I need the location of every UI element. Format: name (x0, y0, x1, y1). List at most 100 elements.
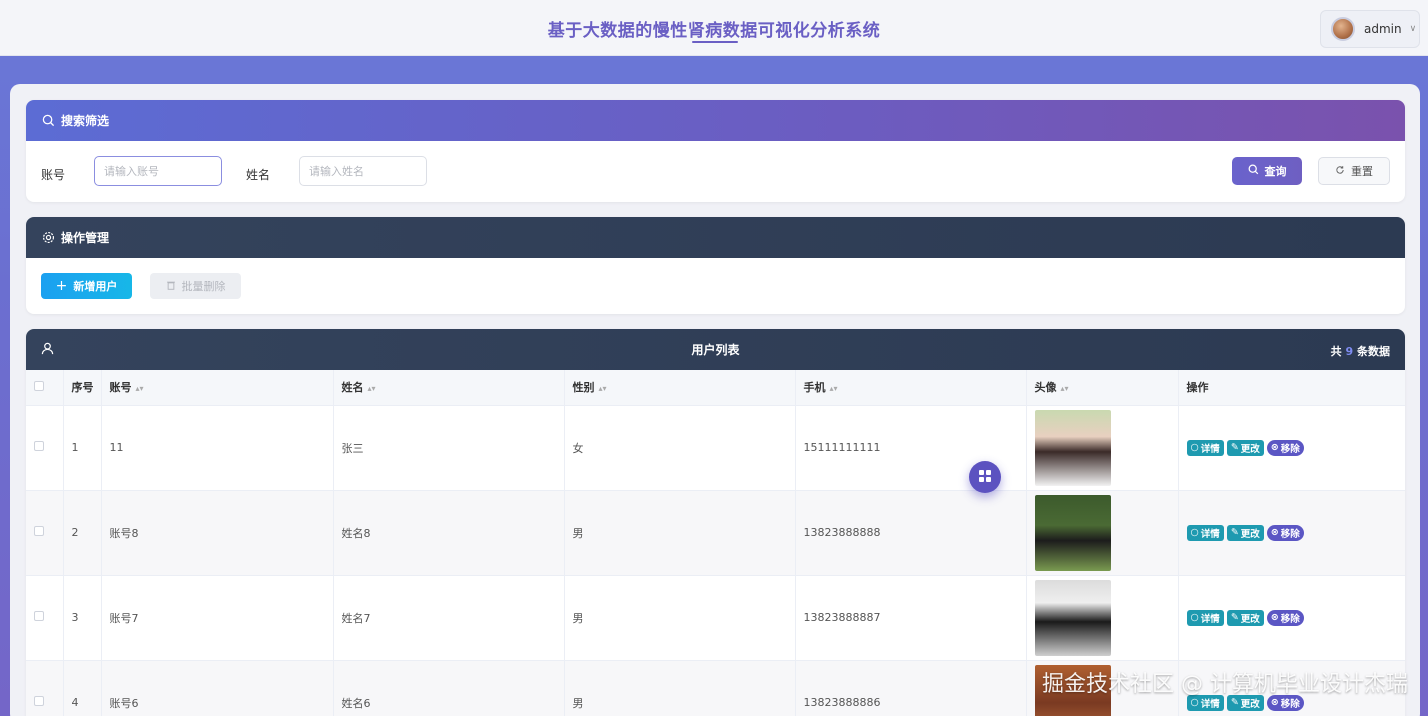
row-select-cell (26, 405, 64, 491)
row-account: 账号7 (101, 575, 334, 661)
account-label: 账号 (41, 168, 66, 182)
row-phone: 13823888888 (795, 490, 1027, 576)
pencil-icon: ✎ (1230, 612, 1239, 623)
row-checkbox[interactable] (34, 526, 44, 536)
top-bar: 基于大数据的慢性肾病数据可视化分析系统 admin ∨ (0, 0, 1428, 56)
batch-delete-button-label: 批量删除 (181, 280, 226, 293)
detail-button[interactable]: ○ 详情 (1186, 439, 1224, 456)
column-account[interactable]: 账号 ▴▾ (101, 370, 334, 406)
search-card: 搜索筛选 账号 姓名 查询 重置 (26, 100, 1405, 202)
name-input[interactable] (299, 156, 427, 186)
batch-delete-button[interactable]: 批量删除 (150, 273, 241, 299)
name-label: 姓名 (246, 168, 271, 182)
row-name: 姓名8 (333, 490, 565, 576)
row-index: 2 (63, 490, 102, 576)
edit-button[interactable]: ✎ 更改 (1226, 609, 1264, 626)
row-avatar-cell (1026, 575, 1179, 661)
row-phone: 13823888887 (795, 575, 1027, 661)
remove-button[interactable]: ⊗ 移除 (1266, 524, 1304, 541)
row-checkbox[interactable] (34, 611, 44, 621)
remove-button-label: 移除 (1280, 528, 1300, 540)
query-button[interactable]: 查询 (1232, 157, 1302, 185)
column-avatar[interactable]: 头像 ▴▾ (1026, 370, 1179, 406)
row-name: 姓名7 (333, 575, 565, 661)
reset-button[interactable]: 重置 (1318, 157, 1390, 185)
add-user-button[interactable]: + 新增用户 (41, 273, 132, 299)
search-icon (1248, 164, 1259, 178)
column-name[interactable]: 姓名 ▴▾ (333, 370, 565, 406)
row-account: 11 (101, 405, 334, 491)
row-gender: 女 (564, 405, 796, 491)
user-photo[interactable] (1034, 579, 1111, 656)
sort-icon[interactable]: ▴▾ (368, 384, 376, 393)
column-actions: 操作 (1178, 370, 1405, 406)
pencil-icon: ✎ (1230, 442, 1239, 453)
row-avatar-cell (1026, 405, 1179, 491)
row-index: 4 (63, 660, 102, 716)
remove-button[interactable]: ⊗ 移除 (1266, 609, 1304, 626)
column-phone-label: 手机 (803, 381, 826, 395)
sort-icon[interactable]: ▴▾ (136, 384, 144, 393)
detail-button[interactable]: ○ 详情 (1186, 524, 1224, 541)
sort-icon[interactable]: ▴▾ (599, 384, 607, 393)
search-card-header: 搜索筛选 (26, 100, 1405, 141)
row-checkbox[interactable] (34, 696, 44, 706)
column-gender-label: 性别 (572, 381, 595, 395)
trash-icon (166, 280, 176, 293)
title-underline (692, 41, 738, 43)
pencil-icon: ✎ (1230, 697, 1239, 708)
row-checkbox[interactable] (34, 441, 44, 451)
search-icon: ○ (1190, 442, 1199, 453)
table-row[interactable]: 2 账号8 姓名8 男 13823888888 ○ 详情 ✎ 更改 ⊗ 移除 (26, 490, 1405, 576)
row-select-cell (26, 490, 64, 576)
column-account-label: 账号 (109, 381, 132, 395)
grid-icon (978, 469, 992, 486)
row-index: 3 (63, 575, 102, 661)
column-gender[interactable]: 性别 ▴▾ (564, 370, 796, 406)
row-select-cell (26, 575, 64, 661)
detail-button[interactable]: ○ 详情 (1186, 609, 1224, 626)
remove-button-label: 移除 (1280, 443, 1300, 455)
record-count: 共 9 条数据 (1331, 343, 1390, 359)
avatar (1331, 17, 1355, 41)
edit-button-label: 更改 (1240, 528, 1260, 540)
row-name: 姓名6 (333, 660, 565, 716)
search-icon: ○ (1190, 612, 1199, 623)
user-photo[interactable] (1034, 494, 1111, 571)
operations-body: + 新增用户 批量删除 (26, 258, 1405, 314)
row-select-cell (26, 660, 64, 716)
floating-menu-button[interactable] (969, 461, 1001, 493)
operations-card-title: 操作管理 (61, 231, 110, 245)
column-phone[interactable]: 手机 ▴▾ (795, 370, 1027, 406)
sort-icon[interactable]: ▴▾ (830, 384, 838, 393)
table-row[interactable]: 1 11 张三 女 15111111111 ○ 详情 ✎ 更改 ⊗ 移除 (26, 405, 1405, 491)
query-button-label: 查询 (1264, 165, 1287, 178)
row-actions: ○ 详情 ✎ 更改 ⊗ 移除 (1178, 405, 1405, 491)
user-name: admin (1364, 22, 1402, 36)
watermark: 掘金技术社区 @ 计算机毕业设计杰瑞 (1042, 672, 1408, 697)
row-actions: ○ 详情 ✎ 更改 ⊗ 移除 (1178, 575, 1405, 661)
close-circle-icon: ⊗ (1270, 612, 1279, 623)
remove-button[interactable]: ⊗ 移除 (1266, 439, 1304, 456)
user-list-card: 用户列表 共 9 条数据 序号 账号 ▴▾ 姓名 ▴▾ 性别 ▴▾ 手机 ▴▾ 头像 ▴▾… (26, 329, 1405, 716)
table-header-row: 序号 账号 ▴▾ 姓名 ▴▾ 性别 ▴▾ 手机 ▴▾ 头像 ▴▾ 操作 (26, 370, 1405, 406)
account-input[interactable] (94, 156, 222, 186)
table-row[interactable]: 3 账号7 姓名7 男 13823888887 ○ 详情 ✎ 更改 ⊗ 移除 (26, 575, 1405, 661)
select-all-checkbox[interactable] (34, 380, 44, 391)
main-content: 搜索筛选 账号 姓名 查询 重置 操作管理 + (10, 84, 1420, 716)
operations-card-header: 操作管理 (26, 217, 1405, 258)
gear-icon (41, 231, 55, 245)
app-title: 基于大数据的慢性肾病数据可视化分析系统 (547, 21, 881, 41)
edit-button[interactable]: ✎ 更改 (1226, 439, 1264, 456)
user-table: 序号 账号 ▴▾ 姓名 ▴▾ 性别 ▴▾ 手机 ▴▾ 头像 ▴▾ 操作 1 11 张三 女… (26, 370, 1405, 716)
row-avatar-cell (1026, 490, 1179, 576)
close-circle-icon: ⊗ (1270, 442, 1279, 453)
edit-button[interactable]: ✎ 更改 (1226, 524, 1264, 541)
sort-icon[interactable]: ▴▾ (1061, 384, 1069, 393)
chevron-down-icon: ∨ (1409, 24, 1417, 34)
detail-button-label: 详情 (1200, 613, 1220, 625)
search-icon: ○ (1190, 697, 1199, 708)
user-menu[interactable]: admin ∨ (1320, 10, 1420, 48)
user-photo[interactable] (1034, 409, 1111, 486)
row-phone: 13823888886 (795, 660, 1027, 716)
